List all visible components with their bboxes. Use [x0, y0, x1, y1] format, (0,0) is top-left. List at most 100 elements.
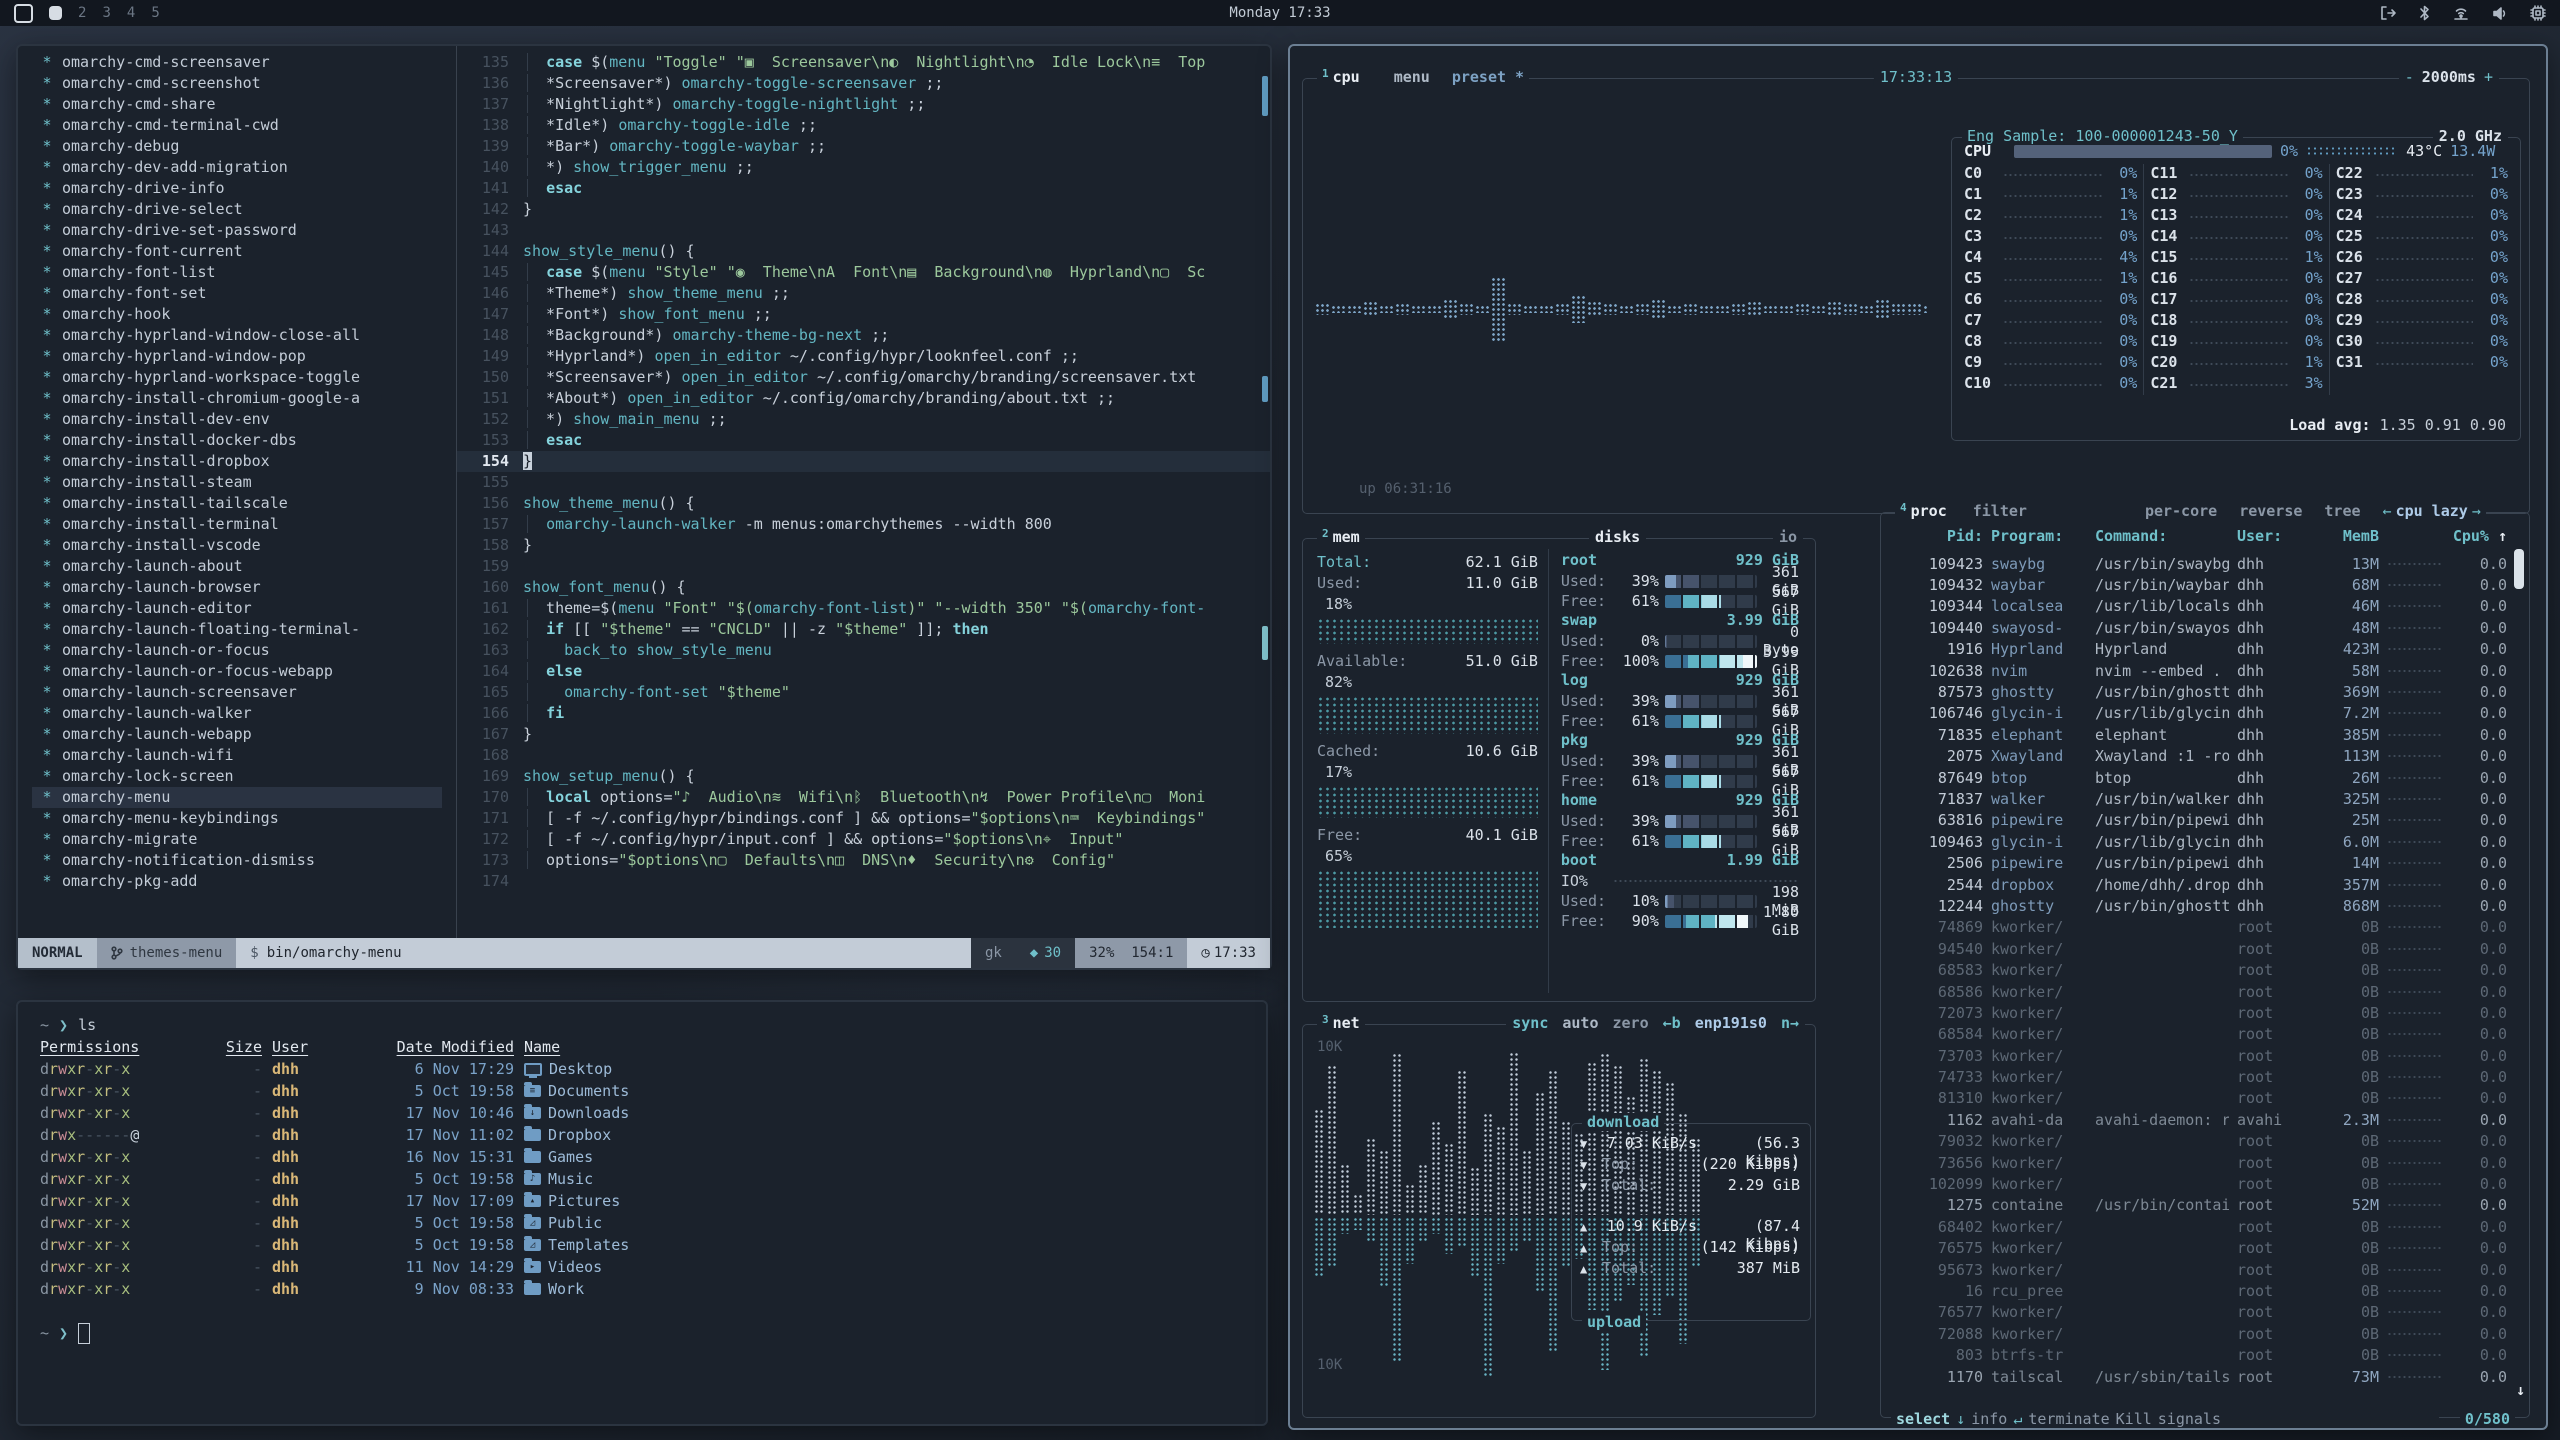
code-line[interactable]: 148 *Background*) omarchy-theme-bg-next … — [457, 325, 1270, 346]
file-list-item[interactable]: *omarchy-launch-webapp — [32, 724, 456, 745]
file-list-item[interactable]: *omarchy-install-steam — [32, 472, 456, 493]
code-line[interactable]: 153 esac — [457, 430, 1270, 451]
code-line[interactable]: 169show_setup_menu() { — [457, 766, 1270, 787]
process-row[interactable]: 803btrfs-trroot0B0.0 — [1891, 1344, 2507, 1365]
code-line[interactable]: 165 omarchy-font-set "$theme" — [457, 682, 1270, 703]
process-row[interactable]: 71835elephantelephantdhh385M0.0 — [1891, 724, 2507, 745]
process-row[interactable]: 109423swaybg/usr/bin/swaybg -i /homdhh13… — [1891, 553, 2507, 574]
code-line[interactable]: 146 *Theme*) show_theme_menu ;; — [457, 283, 1270, 304]
bluetooth-icon[interactable] — [2419, 5, 2430, 21]
process-row[interactable]: 81310kworker/root0B0.0 — [1891, 1088, 2507, 1109]
file-list-item[interactable]: *omarchy-install-dev-env — [32, 409, 456, 430]
file-list-item[interactable]: *omarchy-cmd-screensaver — [32, 52, 456, 73]
workspace-active-icon[interactable] — [49, 6, 62, 20]
code-line[interactable]: 149 *Hyprland*) open_in_editor ~/.config… — [457, 346, 1270, 367]
menu-button[interactable]: menu — [1394, 68, 1430, 86]
workspace-4[interactable]: 4 — [127, 5, 135, 21]
tree-button[interactable]: tree — [2324, 502, 2360, 520]
file-list-item[interactable]: *omarchy-install-terminal — [32, 514, 456, 535]
sort-mode[interactable]: cpu lazy — [2396, 502, 2468, 520]
process-row[interactable]: 68586kworker/root0B0.0 — [1891, 981, 2507, 1002]
process-row[interactable]: 109432waybar/usr/bin/waybardhh68M0.0 — [1891, 574, 2507, 595]
file-list-item[interactable]: *omarchy-install-tailscale — [32, 493, 456, 514]
process-row[interactable]: 72088kworker/root0B0.0 — [1891, 1323, 2507, 1344]
net-zero-button[interactable]: zero — [1613, 1014, 1649, 1032]
code-pane[interactable]: 135 case $(menu "Toggle" "▣ Screensaver\… — [457, 46, 1270, 938]
file-list-item[interactable]: *omarchy-menu-keybindings — [32, 808, 456, 829]
code-line[interactable]: 140 *) show_trigger_menu ;; — [457, 157, 1270, 178]
file-list-pane[interactable]: *omarchy-cmd-screensaver*omarchy-cmd-scr… — [18, 46, 456, 938]
file-list-item[interactable]: *omarchy-launch-browser — [32, 577, 456, 598]
code-line[interactable]: 142} — [457, 199, 1270, 220]
process-row[interactable]: 109344localsea/usr/lib/localsearch-exdhh… — [1891, 596, 2507, 617]
code-line[interactable]: 144show_style_menu() { — [457, 241, 1270, 262]
file-list-item[interactable]: *omarchy-dev-add-migration — [32, 157, 456, 178]
file-list-item[interactable]: *omarchy-launch-walker — [32, 703, 456, 724]
workspace-switcher[interactable]: 2 3 4 5 — [0, 4, 160, 23]
btop-window[interactable]: 1 cpu menu preset * 17:33:13 - 2000ms + … — [1288, 44, 2548, 1430]
process-row[interactable]: 76577kworker/root0B0.0 — [1891, 1302, 2507, 1323]
code-line[interactable]: 159 — [457, 556, 1270, 577]
code-line[interactable]: 135 case $(menu "Toggle" "▣ Screensaver\… — [457, 52, 1270, 73]
code-line[interactable]: 152 *) show_main_menu ;; — [457, 409, 1270, 430]
prompt-line-empty[interactable]: ~ ❯ — [40, 1322, 1266, 1344]
process-row[interactable]: 76575kworker/root0B0.0 — [1891, 1238, 2507, 1259]
process-row[interactable]: 87573ghostty/usr/bin/ghostty --gtk-dhh36… — [1891, 681, 2507, 702]
process-row[interactable]: 71837walker/usr/bin/walker --gappldhh325… — [1891, 788, 2507, 809]
net-auto-button[interactable]: auto — [1562, 1014, 1598, 1032]
file-list-item[interactable]: *omarchy-hyprland-window-close-all — [32, 325, 456, 346]
code-line[interactable]: 138 *Idle*) omarchy-toggle-idle ;; — [457, 115, 1270, 136]
file-list-item[interactable]: *omarchy-notification-dismiss — [32, 850, 456, 871]
file-list-item[interactable]: *omarchy-launch-wifi — [32, 745, 456, 766]
terminate-action[interactable]: terminate — [2028, 1410, 2109, 1428]
code-line[interactable]: 154} — [457, 451, 1270, 472]
file-list-item[interactable]: *omarchy-install-vscode — [32, 535, 456, 556]
process-row[interactable]: 63816pipewire/usr/bin/pipewiredhh25M0.0 — [1891, 810, 2507, 831]
update-interval[interactable]: - 2000ms + — [2399, 68, 2499, 86]
file-list-item[interactable]: *omarchy-install-docker-dbs — [32, 430, 456, 451]
process-row[interactable]: 68583kworker/root0B0.0 — [1891, 959, 2507, 980]
process-table[interactable]: 109423swaybg/usr/bin/swaybg -i /homdhh13… — [1891, 553, 2507, 1403]
sort-right-arrow[interactable]: → — [2472, 502, 2481, 520]
code-line[interactable]: 137 *Nightlight*) omarchy-toggle-nightli… — [457, 94, 1270, 115]
process-row[interactable]: 72073kworker/root0B0.0 — [1891, 1002, 2507, 1023]
kill-action[interactable]: Kill — [2116, 1410, 2152, 1428]
code-line[interactable]: 161 theme=$(menu "Font" "$(omarchy-font-… — [457, 598, 1270, 619]
preset-button[interactable]: preset * — [1452, 68, 1524, 86]
code-line[interactable]: 163 back_to show_style_menu — [457, 640, 1270, 661]
file-list-item[interactable]: *omarchy-lock-screen — [32, 766, 456, 787]
file-list-item[interactable]: *omarchy-cmd-share — [32, 94, 456, 115]
proc-scrollbar[interactable] — [2514, 549, 2524, 589]
process-row[interactable]: 106746glycin-i/usr/lib/glycin-loadersdhh… — [1891, 703, 2507, 724]
volume-icon[interactable] — [2492, 6, 2508, 21]
code-line[interactable]: 172 [ -f ~/.config/hypr/input.conf ] && … — [457, 829, 1270, 850]
share-icon[interactable] — [2380, 6, 2397, 21]
file-list-item[interactable]: *omarchy-install-chromium-google-a — [32, 388, 456, 409]
file-list-item[interactable]: *omarchy-cmd-screenshot — [32, 73, 456, 94]
process-row[interactable]: 2075XwaylandXwayland :1 -rootless -dhh11… — [1891, 746, 2507, 767]
file-list-item[interactable]: *omarchy-font-current — [32, 241, 456, 262]
file-list-item[interactable]: *omarchy-launch-or-focus-webapp — [32, 661, 456, 682]
process-row[interactable]: 73656kworker/root0B0.0 — [1891, 1152, 2507, 1173]
info-action[interactable]: info — [1971, 1410, 2007, 1428]
process-row[interactable]: 79032kworker/root0B0.0 — [1891, 1131, 2507, 1152]
file-list-item[interactable]: *omarchy-migrate — [32, 829, 456, 850]
code-line[interactable]: 139 *Bar*) omarchy-toggle-waybar ;; — [457, 136, 1270, 157]
workspace-1-icon[interactable] — [14, 4, 33, 23]
process-row[interactable]: 94540kworker/root0B0.0 — [1891, 938, 2507, 959]
process-row[interactable]: 1916HyprlandHyprlanddhh423M0.0 — [1891, 639, 2507, 660]
terminal-window[interactable]: ~ ❯ ls PermissionsSizeUserDate ModifiedN… — [16, 1000, 1268, 1426]
process-row[interactable]: 109440swayosd-/usr/bin/swayosd-serverdhh… — [1891, 617, 2507, 638]
reverse-button[interactable]: reverse — [2239, 502, 2302, 520]
tab-disks[interactable]: disks — [1589, 528, 1646, 546]
process-row[interactable]: 12244ghostty/usr/bin/ghostty --gtk-dhh86… — [1891, 895, 2507, 916]
workspace-5[interactable]: 5 — [151, 5, 159, 21]
process-row[interactable]: 102638nvimnvim --embed .dhh58M0.0 — [1891, 660, 2507, 681]
code-line[interactable]: 164 else — [457, 661, 1270, 682]
workspace-2[interactable]: 2 — [78, 5, 86, 21]
process-row[interactable]: 73703kworker/root0B0.0 — [1891, 1045, 2507, 1066]
process-row[interactable]: 87649btopbtopdhh26M0.0 — [1891, 767, 2507, 788]
process-row[interactable]: 74733kworker/root0B0.0 — [1891, 1066, 2507, 1087]
process-row[interactable]: 2544dropbox/home/dhh/.dropbox-distdhh357… — [1891, 874, 2507, 895]
code-line[interactable]: 151 *About*) open_in_editor ~/.config/om… — [457, 388, 1270, 409]
